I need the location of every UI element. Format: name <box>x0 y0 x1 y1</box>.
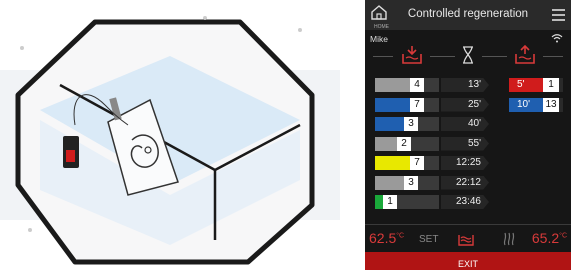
step-bar-fill <box>375 175 404 190</box>
step-bar: 3 <box>375 117 439 131</box>
step-bar-fill <box>375 156 410 170</box>
current-temperature-value: 65.2 <box>531 230 560 246</box>
temperature-row: 62.5°C SET 65.2°C <box>365 228 571 248</box>
step-bar: 2 <box>375 136 439 151</box>
heat-down-icon <box>402 46 422 64</box>
step-bar-fill <box>375 136 397 151</box>
step-bar: 7 <box>375 156 439 170</box>
step-time: 22:12 <box>441 175 489 190</box>
phase-indicator <box>365 44 571 68</box>
step-bar-fill <box>375 195 383 209</box>
step-value: 3 <box>404 175 418 190</box>
step-row[interactable]: 3 22:12 <box>375 175 505 190</box>
step-row[interactable]: 1 23:46 <box>375 195 505 209</box>
step-value: 7 <box>410 156 424 170</box>
step-value: 2 <box>397 136 411 151</box>
set-temperature[interactable]: 62.5°C <box>369 230 404 246</box>
step-row[interactable]: 7 25' <box>375 97 505 112</box>
exit-button[interactable]: EXIT <box>365 252 571 270</box>
step-time: 25' <box>441 97 489 112</box>
wifi-icon <box>551 34 563 43</box>
step-bar: 3 <box>375 175 439 190</box>
set-temperature-value: 62.5 <box>369 230 397 246</box>
exit-label: EXIT <box>457 259 478 269</box>
step-row[interactable]: 3 40' <box>375 117 505 131</box>
side-step-time: 10' <box>509 97 547 112</box>
side-step-row[interactable]: 5' 1 <box>509 78 563 92</box>
current-temperature: 65.2°C <box>532 230 567 246</box>
side-step-time: 5' <box>509 78 547 92</box>
illustration <box>0 0 340 270</box>
control-panel: HOME Controlled regeneration Mike 4 13' <box>365 0 571 270</box>
step-value: 7 <box>410 97 424 112</box>
step-value: 1 <box>383 195 397 209</box>
step-time: 40' <box>441 117 489 131</box>
step-bar: 1 <box>375 195 439 209</box>
step-row[interactable]: 7 12:25 <box>375 156 505 170</box>
water-bath-illustration <box>0 16 340 265</box>
step-bar-fill <box>375 78 410 92</box>
step-value: 4 <box>410 78 424 92</box>
header-bar: HOME Controlled regeneration <box>365 0 571 30</box>
step-bar: 4 <box>375 78 439 92</box>
home-label: HOME <box>374 24 389 30</box>
heat-waves-icon <box>503 232 515 246</box>
set-label: SET <box>419 234 439 245</box>
heat-up-icon <box>515 44 535 64</box>
current-temperature-unit: °C <box>559 232 567 240</box>
step-bar-fill <box>375 97 410 112</box>
side-step-value: 13 <box>543 97 559 112</box>
step-bar-fill <box>375 117 404 131</box>
step-bar: 7 <box>375 97 439 112</box>
menu-icon <box>552 9 565 11</box>
set-temperature-unit: °C <box>396 232 405 240</box>
step-time: 55' <box>441 136 489 151</box>
step-time: 12:25 <box>441 156 489 170</box>
step-row[interactable]: 4 13' <box>375 78 505 92</box>
divider <box>365 224 571 225</box>
step-value: 3 <box>404 117 418 131</box>
step-time: 23:46 <box>441 195 489 209</box>
step-time: 13' <box>441 78 489 92</box>
user-name: Mike <box>370 34 388 44</box>
menu-button[interactable] <box>552 9 565 21</box>
bath-icon <box>458 235 474 246</box>
side-step-row[interactable]: 10' 13 <box>509 97 563 112</box>
side-step-value: 1 <box>543 78 559 92</box>
page-title: Controlled regeneration <box>407 8 529 20</box>
hourglass-icon <box>463 46 473 64</box>
step-row[interactable]: 2 55' <box>375 136 505 151</box>
